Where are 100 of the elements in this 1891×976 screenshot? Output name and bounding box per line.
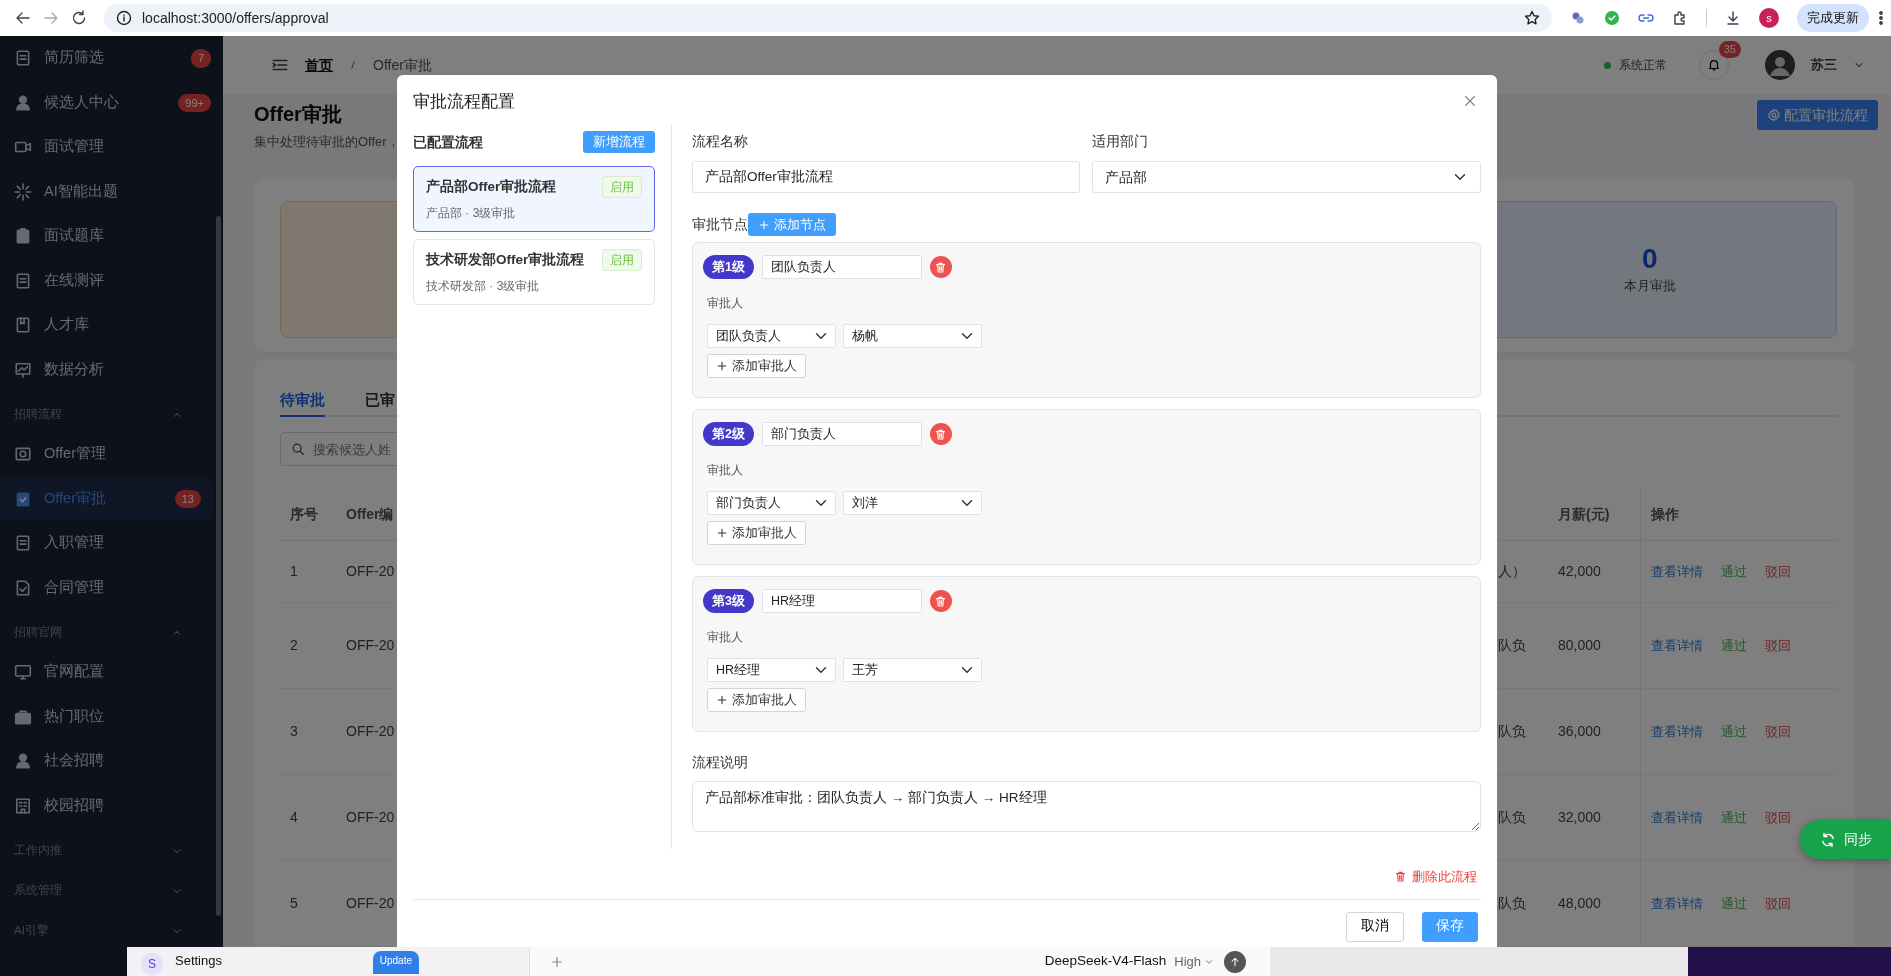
info-icon <box>116 10 132 26</box>
person-select[interactable]: 刘洋 <box>843 491 982 515</box>
sidebar-item[interactable]: AI智能出题 <box>0 169 223 214</box>
table-cell: OFF-20 <box>346 808 395 825</box>
sync-button[interactable]: 同步 <box>1800 820 1891 859</box>
action-link[interactable]: 通过 <box>1720 895 1747 911</box>
action-link[interactable]: 查看详情 <box>1650 563 1703 579</box>
action-link[interactable]: 查看详情 <box>1650 895 1703 911</box>
name-field[interactable]: 产品部Offer审批流程 <box>692 161 1080 193</box>
table-cell: 2 <box>290 636 298 653</box>
table-cell: OFF-20 <box>346 562 395 579</box>
flow-meta: 产品部 · 3级审批 <box>426 205 517 222</box>
effort-select[interactable]: High <box>1174 951 1214 972</box>
level-badge: 第1级 <box>703 255 754 279</box>
field-label: 流程说明 <box>692 753 749 772</box>
save-button[interactable]: 保存 <box>1422 911 1478 942</box>
field-label: 流程名称 <box>692 132 749 151</box>
status-tag: 启用 <box>602 249 642 271</box>
flow-name: 技术研发部Offer审批流程 <box>426 250 585 269</box>
add-approver-button[interactable]: 添加审批人 <box>707 354 806 378</box>
node-name-field[interactable]: HR经理 <box>761 589 922 613</box>
stat-value: 0 <box>1642 242 1658 277</box>
document-icon <box>14 49 32 68</box>
column-header: 操作 <box>1650 506 1679 523</box>
monitor-icon <box>14 663 32 682</box>
flow-card[interactable]: 技术研发部Offer审批流程 启用 技术研发部 · 3级审批 <box>413 239 655 305</box>
table-cell: 人） <box>1498 562 1526 579</box>
action-link[interactable]: 驳回 <box>1764 563 1791 579</box>
page-subtitle: 集中处理待审批的Offer， <box>254 133 400 151</box>
building-icon <box>14 796 32 815</box>
level-badge: 第2级 <box>703 422 754 446</box>
node-name-field[interactable]: 部门负责人 <box>761 422 922 446</box>
delete-button[interactable] <box>929 423 952 445</box>
action-link[interactable]: 通过 <box>1720 723 1747 739</box>
add-approver-button[interactable]: 添加审批人 <box>707 521 806 545</box>
action-link[interactable]: 驳回 <box>1764 723 1791 739</box>
update-button[interactable]: 完成更新 <box>1797 4 1869 32</box>
sync-icon <box>1819 831 1836 848</box>
sidebar-item[interactable]: 简历筛选 7 <box>0 36 223 81</box>
count-badge: 13 <box>174 489 201 508</box>
sidebar-item[interactable]: 候选人中心 99+ <box>0 80 223 125</box>
flow-card[interactable]: 产品部Offer审批流程 启用 产品部 · 3级审批 <box>413 166 655 232</box>
delete-button[interactable] <box>929 590 952 612</box>
action-link[interactable]: 驳回 <box>1764 637 1791 653</box>
role-select[interactable]: 团队负责人 <box>707 324 836 348</box>
send-button[interactable] <box>1224 950 1246 973</box>
table-cell: 36,000 <box>1558 722 1601 739</box>
action-link[interactable]: 驳回 <box>1764 809 1791 825</box>
table-cell: 5 <box>290 894 298 911</box>
action-link[interactable]: 通过 <box>1720 563 1747 579</box>
person-select[interactable]: 王芳 <box>843 658 982 682</box>
column-header: 月薪(元) <box>1558 506 1610 523</box>
breadcrumb-current: Offer审批 <box>373 55 432 75</box>
clipboard-icon <box>14 227 32 246</box>
department-select[interactable]: 产品部 <box>1092 161 1481 193</box>
field-label: 审批人 <box>706 629 744 646</box>
table-cell: OFF-20 <box>346 636 395 653</box>
person-select[interactable]: 杨帆 <box>843 324 982 348</box>
address-bar[interactable]: localhost:3000/offers/approval <box>104 4 1552 32</box>
action-link[interactable]: 驳回 <box>1764 895 1791 911</box>
delete-button[interactable] <box>929 256 952 278</box>
chart-icon <box>14 360 32 379</box>
field-label: 审批人 <box>706 295 744 312</box>
sidebar-item[interactable]: 面试管理 <box>0 125 223 170</box>
app-avatar: S <box>141 953 163 975</box>
description-field[interactable]: 产品部标准审批：团队负责人 → 部门负责人 → HR经理 <box>692 781 1481 832</box>
delete-flow-link[interactable]: 删除此流程 <box>1394 867 1477 887</box>
bell-icon <box>1707 58 1721 72</box>
table-cell: 80,000 <box>1558 636 1601 653</box>
action-link[interactable]: 查看详情 <box>1650 637 1703 653</box>
field-label: 适用部门 <box>1092 132 1149 151</box>
profile-avatar[interactable]: s <box>1759 8 1779 28</box>
field-label: 审批节点 <box>692 215 748 234</box>
role-select[interactable]: 部门负责人 <box>707 491 836 515</box>
sparkle-icon <box>14 182 32 201</box>
cancel-button[interactable]: 取消 <box>1346 911 1404 942</box>
action-link[interactable]: 查看详情 <box>1650 809 1703 825</box>
sidebar-item[interactable]: Offer审批 13 <box>0 476 213 521</box>
plus-icon <box>716 527 728 539</box>
app-title: Settings <box>175 952 222 970</box>
model-name[interactable]: DeepSeek-V4-Flash <box>1044 951 1167 972</box>
check-circle-icon <box>1604 10 1620 26</box>
action-link[interactable]: 查看详情 <box>1650 723 1703 739</box>
config-button[interactable]: 配置审批流程 <box>1757 100 1878 130</box>
role-select[interactable]: HR经理 <box>707 658 836 682</box>
node-name-field[interactable]: 团队负责人 <box>761 255 922 279</box>
document-icon <box>14 271 32 290</box>
trash-icon <box>934 427 948 441</box>
update-button[interactable]: Update <box>372 951 419 974</box>
tab[interactable]: 待审批 <box>280 388 325 417</box>
action-link[interactable]: 通过 <box>1720 637 1747 653</box>
action-link[interactable]: 通过 <box>1720 809 1747 825</box>
tab[interactable]: 已审 <box>365 388 395 417</box>
add-node-button[interactable]: 添加节点 <box>748 213 836 236</box>
add-flow-button[interactable]: 新增流程 <box>583 131 655 153</box>
breadcrumb-link[interactable]: 首页 <box>305 54 333 76</box>
add-approver-button[interactable]: 添加审批人 <box>707 688 806 712</box>
user-name[interactable]: 苏三 <box>1811 55 1837 75</box>
flow-name: 产品部Offer审批流程 <box>426 177 557 196</box>
table-cell: 队负 <box>1498 894 1526 911</box>
